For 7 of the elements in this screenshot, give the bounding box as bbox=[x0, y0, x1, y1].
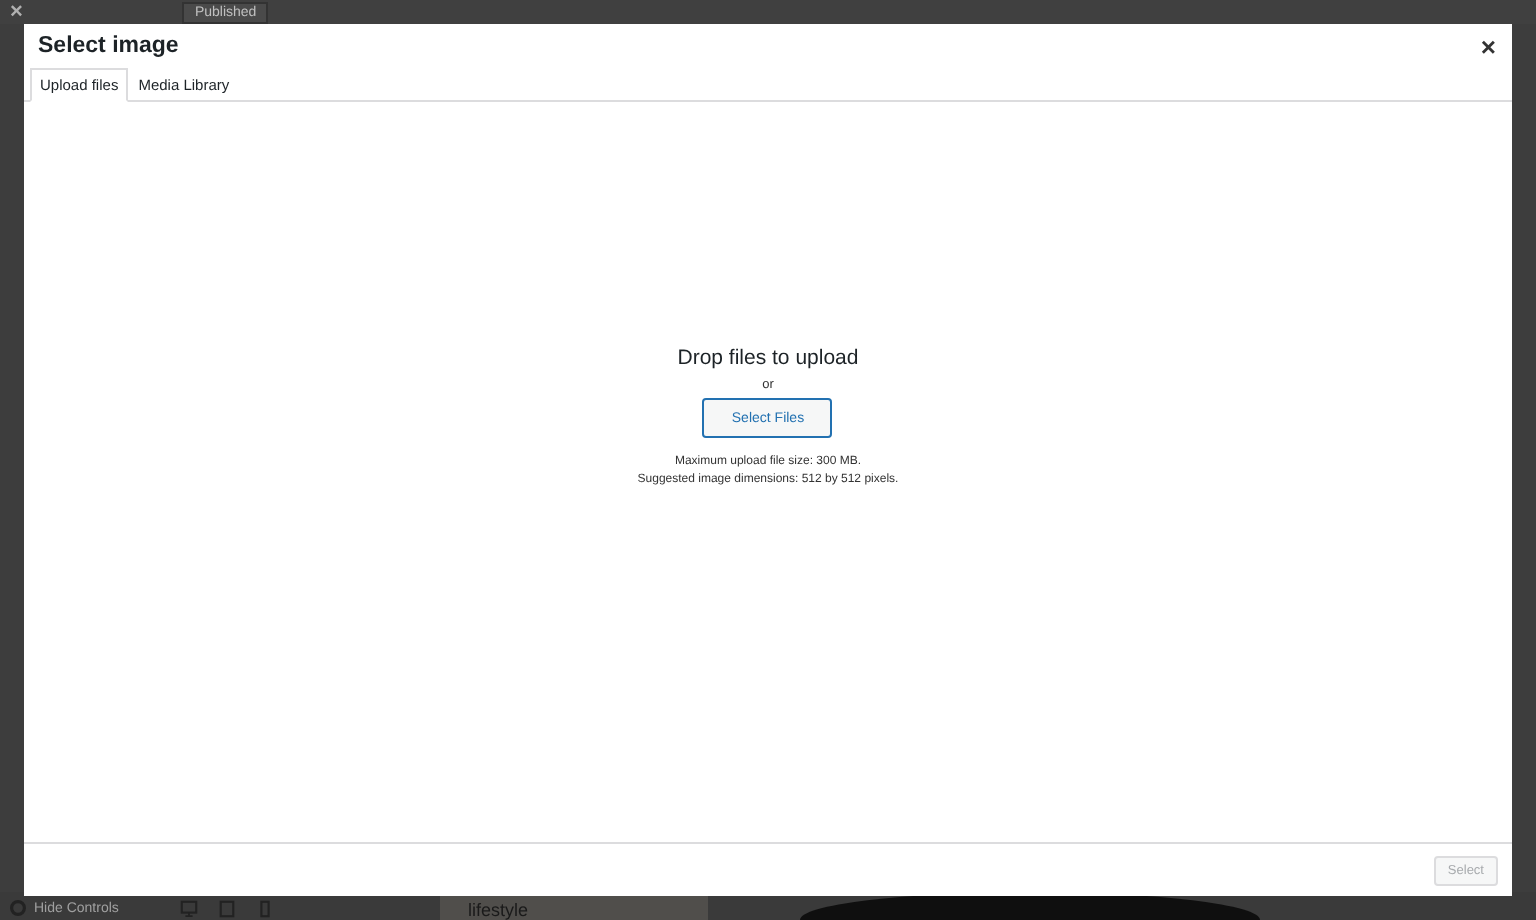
desktop-icon[interactable] bbox=[180, 899, 198, 917]
drop-heading: Drop files to upload bbox=[677, 346, 859, 370]
dialog-title: Select image bbox=[38, 34, 179, 58]
close-button[interactable]: × bbox=[1476, 31, 1500, 61]
close-glyph[interactable]: × bbox=[10, 1, 23, 23]
tablet-icon[interactable] bbox=[218, 899, 236, 917]
phone-icon[interactable] bbox=[256, 899, 274, 917]
